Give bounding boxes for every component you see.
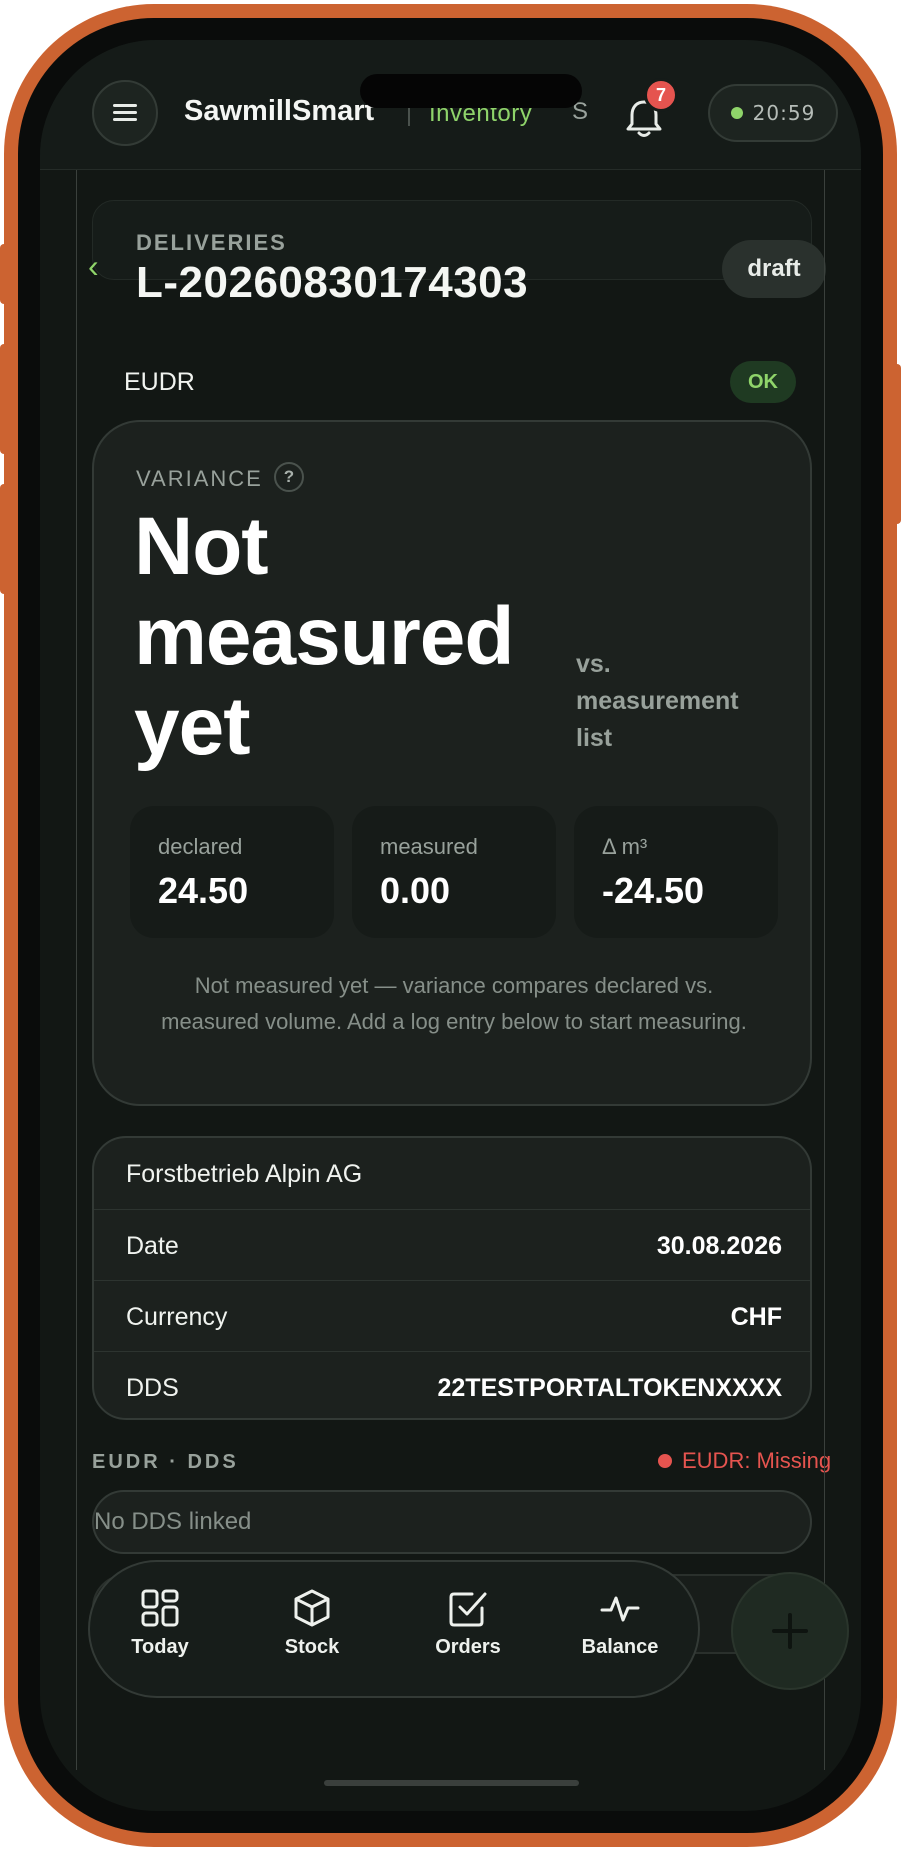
side-button [0,244,8,304]
delivery-details-card: Forstbetrieb Alpin AG Date 30.08.2026 Cu… [92,1136,812,1420]
stat-value: 0.00 [380,870,451,911]
tab-label: Balance [581,1636,659,1658]
eudr-missing-text: EUDR: Missing [682,1448,832,1473]
edge-line [824,170,825,1770]
variance-comparison: vs. measurement list [576,650,739,752]
online-dot-icon [730,107,743,119]
stat-delta: Δ m³ -24.50 [574,806,778,938]
supplier-name: Forstbetrieb Alpin AG [126,1160,363,1188]
volume-up-button [0,344,8,454]
back-chevron-icon[interactable]: ‹ [88,248,99,285]
notification-badge: 7 [644,78,678,112]
tab-label: Today [131,1636,189,1658]
app-name: SawmillSmart [184,95,375,127]
grid-icon [141,1589,179,1627]
tab-label: Orders [435,1636,501,1658]
dds-link-field[interactable]: No DDS linked [92,1490,812,1554]
volume-down-button [0,484,8,594]
checkbox-icon [449,1592,487,1627]
detail-value: 22TESTPORTALTOKENXXXX [437,1374,782,1402]
box-icon [294,1589,330,1627]
eudr-dds-section-label: EUDR · DDS [92,1451,239,1473]
stat-declared: declared 24.50 [130,806,334,938]
help-icon[interactable]: ? [274,462,304,492]
stat-measured: measured 0.00 [352,806,556,938]
detail-row-currency: Currency CHF [94,1280,810,1351]
edge-line [76,170,77,1770]
supplier-row[interactable]: Forstbetrieb Alpin AG [94,1138,810,1209]
detail-label: Date [126,1232,179,1260]
status-dot-icon [658,1454,672,1468]
tab-label: Stock [284,1636,340,1658]
dds-placeholder: No DDS linked [94,1508,252,1535]
detail-row-date: Date 30.08.2026 [94,1209,810,1280]
detail-label: Currency [126,1303,228,1331]
pulse-icon [600,1596,640,1622]
variance-note: Not measured yet — variance compares dec… [161,973,747,1034]
camera-notch [360,74,582,108]
tab-today[interactable]: Today [100,1588,220,1678]
eudr-label: EUDR [124,368,195,396]
home-indicator[interactable] [324,1780,579,1786]
device-frame: SawmillSmart Inventory S 7 20:59 ‹ DELIV… [0,4,901,1847]
stat-value: -24.50 [602,870,705,911]
breadcrumb[interactable]: DELIVERIES [136,230,287,256]
menu-button[interactable] [92,80,158,146]
plus-icon [772,1613,808,1649]
stat-label: declared [158,834,243,859]
eudr-status-badge: OK [730,361,796,403]
screen: SawmillSmart Inventory S 7 20:59 ‹ DELIV… [40,40,861,1811]
variance-label: VARIANCE [136,466,263,491]
tab-balance[interactable]: Balance [560,1588,680,1678]
variance-headline: Not measured yet [134,501,514,772]
hamburger-icon [113,104,137,122]
stat-label: measured [380,834,478,859]
eudr-missing-status: EUDR: Missing [658,1448,831,1474]
detail-row-dds: DDS 22TESTPORTALTOKENXXXX [94,1351,810,1418]
bottom-tab-bar: Today Stock Orders Balance [88,1560,700,1698]
clock-time: 20:59 [752,101,816,125]
clock-pill[interactable]: 20:59 [708,84,838,142]
add-button[interactable] [731,1572,849,1690]
tab-orders[interactable]: Orders [408,1588,528,1678]
tab-stock[interactable]: Stock [252,1588,372,1678]
page-title: L-20260830174303 [136,258,529,307]
detail-label: DDS [126,1374,179,1402]
device-bezel: SawmillSmart Inventory S 7 20:59 ‹ DELIV… [18,18,883,1833]
status-badge: draft [722,240,826,298]
detail-value: 30.08.2026 [656,1232,782,1260]
stat-value: 24.50 [158,870,249,911]
stat-label: Δ m³ [602,834,648,859]
detail-value: CHF [730,1303,782,1331]
variance-card: VARIANCE ? Not measured yet vs. measurem… [92,420,812,1106]
power-button [893,364,901,524]
